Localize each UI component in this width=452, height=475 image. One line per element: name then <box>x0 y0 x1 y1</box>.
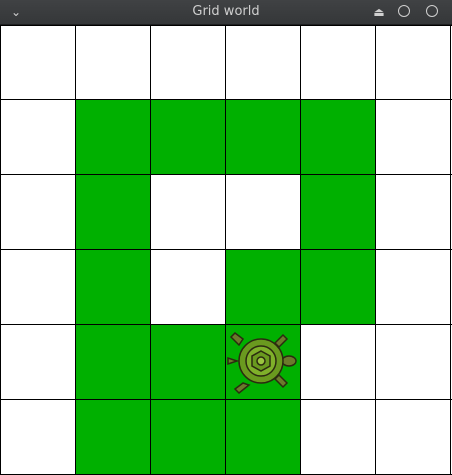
grid-cell-filled <box>225 100 300 175</box>
grid-cell-empty <box>0 175 75 250</box>
grid-cell-empty <box>150 25 225 100</box>
grid-cell-filled <box>300 250 375 325</box>
grid-cell-filled <box>150 325 225 400</box>
grid-cell-filled <box>75 325 150 400</box>
grid-cell-filled <box>225 400 300 475</box>
eject-icon[interactable]: ⏏ <box>370 0 388 24</box>
grid-cell-filled <box>225 250 300 325</box>
grid-cell-empty <box>150 175 225 250</box>
grid-cell-filled <box>75 175 150 250</box>
grid-cell-filled <box>75 400 150 475</box>
minimize-button[interactable] <box>398 5 410 17</box>
close-button[interactable] <box>426 5 438 17</box>
turtle-icon <box>225 325 300 400</box>
grid-cell-empty <box>375 250 450 325</box>
grid-cell-empty <box>375 400 450 475</box>
grid-cell-empty <box>0 100 75 175</box>
grid-cell-filled <box>75 250 150 325</box>
grid-cell-empty <box>225 25 300 100</box>
grid-cell-empty <box>300 325 375 400</box>
grid-world-canvas <box>0 25 452 475</box>
grid-cell-empty <box>0 400 75 475</box>
grid-cell-filled <box>75 100 150 175</box>
grid-cell-filled <box>300 100 375 175</box>
grid-cell-filled <box>300 175 375 250</box>
grid-cell-empty <box>225 175 300 250</box>
grid-cell-empty <box>300 400 375 475</box>
grid-cell-empty <box>375 25 450 100</box>
grid-cell-empty <box>150 250 225 325</box>
grid-cell-empty <box>0 250 75 325</box>
window-titlebar: ⌄ Grid world ⏏ <box>0 0 452 25</box>
grid-cell-filled <box>150 400 225 475</box>
grid-cell-empty <box>0 25 75 100</box>
grid-cell-empty <box>75 25 150 100</box>
grid-cell-empty <box>375 100 450 175</box>
grid-cell-empty <box>0 325 75 400</box>
grid-cell-filled <box>150 100 225 175</box>
grid-cell-empty <box>375 175 450 250</box>
grid-cell-empty <box>300 25 375 100</box>
grid-cell-empty <box>375 325 450 400</box>
